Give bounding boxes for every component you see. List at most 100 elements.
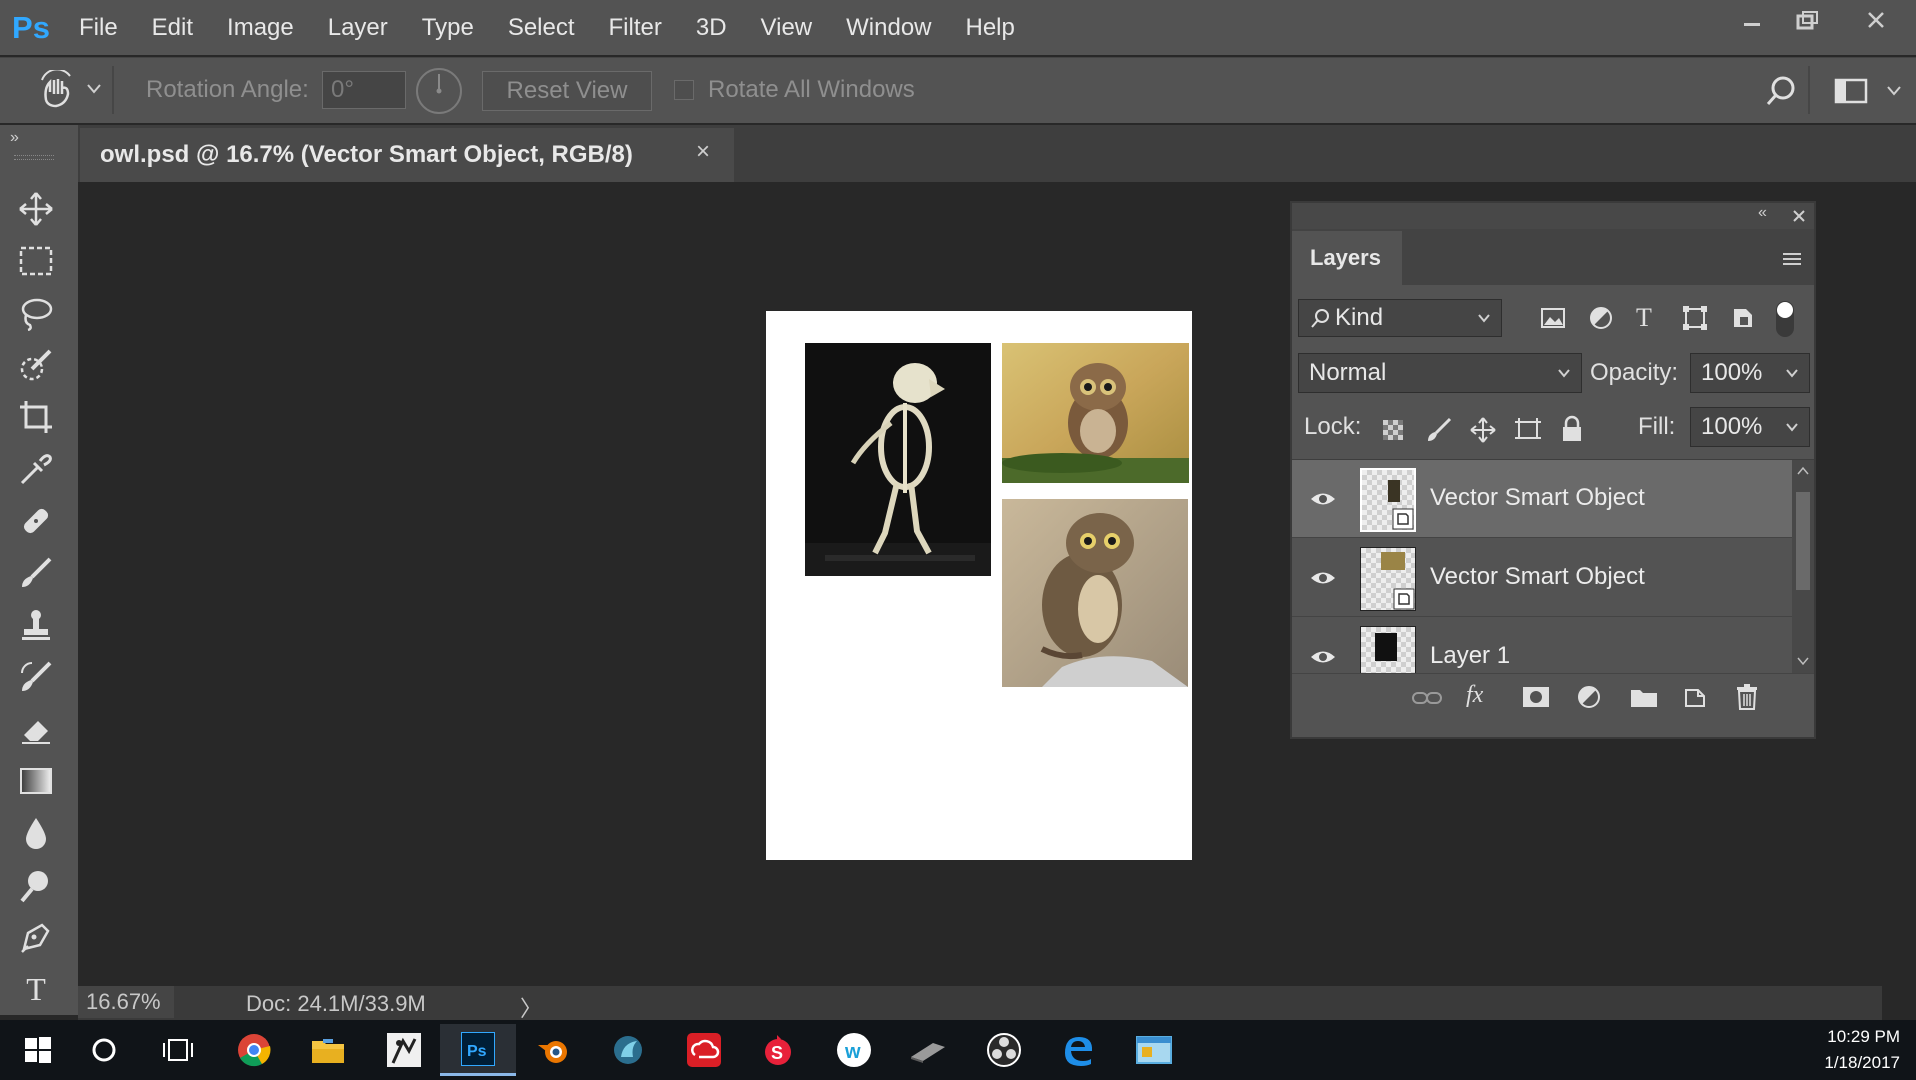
- substance-icon[interactable]: S: [740, 1024, 816, 1076]
- rotation-angle-input[interactable]: 0°: [322, 71, 406, 109]
- layer-thumbnail[interactable]: [1360, 626, 1416, 673]
- eyedropper-tool-icon[interactable]: [14, 449, 58, 489]
- workspace-chevron-down-icon[interactable]: [1886, 84, 1902, 103]
- little-owl-image[interactable]: [1002, 499, 1188, 687]
- adjustment-layer-icon[interactable]: [1576, 684, 1602, 715]
- task-view-icon[interactable]: [140, 1024, 216, 1076]
- healing-brush-tool-icon[interactable]: [14, 501, 58, 541]
- filter-shape-icon[interactable]: [1682, 305, 1708, 336]
- panel-close-icon[interactable]: [1792, 209, 1806, 228]
- edge-icon[interactable]: [1040, 1024, 1116, 1076]
- windows-start-icon[interactable]: [0, 1024, 76, 1076]
- system-clock[interactable]: 10:29 PM 1/18/2017: [1824, 1024, 1900, 1076]
- menu-help[interactable]: Help: [949, 0, 1032, 55]
- rotation-dial-icon[interactable]: [414, 66, 464, 121]
- app-circle-icon[interactable]: [590, 1024, 666, 1076]
- menu-select[interactable]: Select: [491, 0, 592, 55]
- search-icon[interactable]: [1764, 74, 1798, 113]
- blender-icon[interactable]: [516, 1024, 592, 1076]
- layer-name[interactable]: Vector Smart Object: [1430, 484, 1645, 512]
- new-layer-icon[interactable]: [1684, 684, 1708, 713]
- zoom-level[interactable]: 16.67%: [78, 986, 174, 1018]
- file-explorer-icon[interactable]: [290, 1024, 366, 1076]
- cortana-icon[interactable]: [66, 1024, 142, 1076]
- menu-filter[interactable]: Filter: [592, 0, 679, 55]
- scroll-down-icon[interactable]: [1797, 656, 1809, 666]
- menu-3d[interactable]: 3D: [679, 0, 744, 55]
- panel-menu-icon[interactable]: [1782, 251, 1802, 272]
- lock-artboard-icon[interactable]: [1514, 417, 1542, 448]
- reset-view-button[interactable]: Reset View: [482, 71, 652, 111]
- close-icon[interactable]: [1836, 0, 1916, 40]
- gradient-tool-icon[interactable]: [14, 761, 58, 801]
- workspace-icon[interactable]: [1834, 78, 1868, 109]
- link-layers-icon[interactable]: [1412, 688, 1442, 713]
- document-size[interactable]: Doc: 24.1M/33.9M: [246, 991, 426, 1017]
- minimize-icon[interactable]: [1724, 0, 1780, 40]
- delete-layer-trash-icon[interactable]: [1736, 684, 1758, 715]
- layer-thumbnail[interactable]: [1360, 547, 1416, 611]
- layer-filter-dropdown[interactable]: Kind: [1298, 299, 1502, 337]
- rotate-all-windows-checkbox[interactable]: [674, 80, 694, 100]
- layer-list-scrollbar[interactable]: [1792, 460, 1814, 673]
- lasso-tool-icon[interactable]: [14, 293, 58, 333]
- history-brush-tool-icon[interactable]: [14, 657, 58, 697]
- add-mask-icon[interactable]: [1522, 686, 1550, 713]
- layer-style-fx-icon[interactable]: fx: [1466, 682, 1483, 709]
- document-tab-close-icon[interactable]: ×: [696, 138, 710, 166]
- tablet-app-icon[interactable]: [890, 1024, 966, 1076]
- lock-transparent-pixels-icon[interactable]: [1382, 419, 1404, 446]
- scroll-up-icon[interactable]: [1797, 466, 1809, 476]
- menu-file[interactable]: File: [62, 0, 135, 55]
- restore-icon[interactable]: [1780, 0, 1836, 40]
- expand-panel-icon[interactable]: »: [10, 129, 19, 147]
- dodge-tool-icon[interactable]: [14, 865, 58, 905]
- saw-whet-owl-image[interactable]: [1002, 343, 1189, 483]
- type-tool-icon[interactable]: T: [14, 969, 58, 1009]
- app-window-icon[interactable]: [1116, 1024, 1192, 1076]
- visibility-eye-icon[interactable]: [1310, 565, 1336, 591]
- brush-tool-icon[interactable]: [14, 553, 58, 593]
- crop-tool-icon[interactable]: [14, 397, 58, 437]
- owl-skeleton-image[interactable]: [805, 343, 991, 576]
- photoshop-taskbar-icon[interactable]: Ps: [440, 1024, 516, 1076]
- layer-row[interactable]: Vector Smart Object: [1292, 539, 1792, 617]
- clone-stamp-tool-icon[interactable]: [14, 605, 58, 645]
- filter-smart-object-icon[interactable]: [1730, 305, 1756, 336]
- rotate-view-tool-icon[interactable]: [36, 68, 80, 115]
- layer-thumbnail[interactable]: [1360, 468, 1416, 532]
- document-tab[interactable]: owl.psd @ 16.7% (Vector Smart Object, RG…: [80, 128, 734, 182]
- marquee-tool-icon[interactable]: [14, 241, 58, 281]
- zbrush-icon[interactable]: [366, 1024, 442, 1076]
- scrollbar-thumb[interactable]: [1796, 492, 1810, 590]
- filter-pixel-icon[interactable]: [1540, 307, 1566, 334]
- new-group-folder-icon[interactable]: [1630, 686, 1658, 713]
- panel-grip[interactable]: [14, 155, 54, 160]
- collapse-panel-icon[interactable]: «: [1758, 204, 1767, 222]
- layer-name[interactable]: Vector Smart Object: [1430, 563, 1645, 591]
- layer-name[interactable]: Layer 1: [1430, 642, 1510, 670]
- lock-all-icon[interactable]: [1560, 415, 1584, 448]
- filter-type-icon[interactable]: T: [1636, 303, 1652, 333]
- chrome-icon[interactable]: [216, 1024, 292, 1076]
- quick-selection-tool-icon[interactable]: [14, 345, 58, 385]
- opacity-input[interactable]: 100%: [1690, 353, 1810, 393]
- eraser-tool-icon[interactable]: [14, 709, 58, 749]
- blend-mode-dropdown[interactable]: Normal: [1298, 353, 1582, 393]
- visibility-eye-icon[interactable]: [1310, 486, 1336, 512]
- pen-tool-icon[interactable]: [14, 917, 58, 957]
- filter-adjustment-icon[interactable]: [1588, 305, 1614, 336]
- menu-view[interactable]: View: [744, 0, 830, 55]
- document-canvas[interactable]: [766, 311, 1192, 860]
- menu-layer[interactable]: Layer: [311, 0, 405, 55]
- blur-tool-icon[interactable]: [14, 813, 58, 853]
- status-menu-arrow[interactable]: 〉: [520, 991, 542, 1023]
- lock-image-pixels-icon[interactable]: [1426, 417, 1452, 448]
- creative-cloud-icon[interactable]: [666, 1024, 742, 1076]
- layer-row[interactable]: Layer 1: [1292, 618, 1792, 673]
- menu-image[interactable]: Image: [210, 0, 311, 55]
- filter-toggle[interactable]: [1776, 301, 1794, 337]
- fill-input[interactable]: 100%: [1690, 407, 1810, 447]
- lock-position-icon[interactable]: [1470, 417, 1496, 448]
- move-tool-icon[interactable]: [14, 189, 58, 229]
